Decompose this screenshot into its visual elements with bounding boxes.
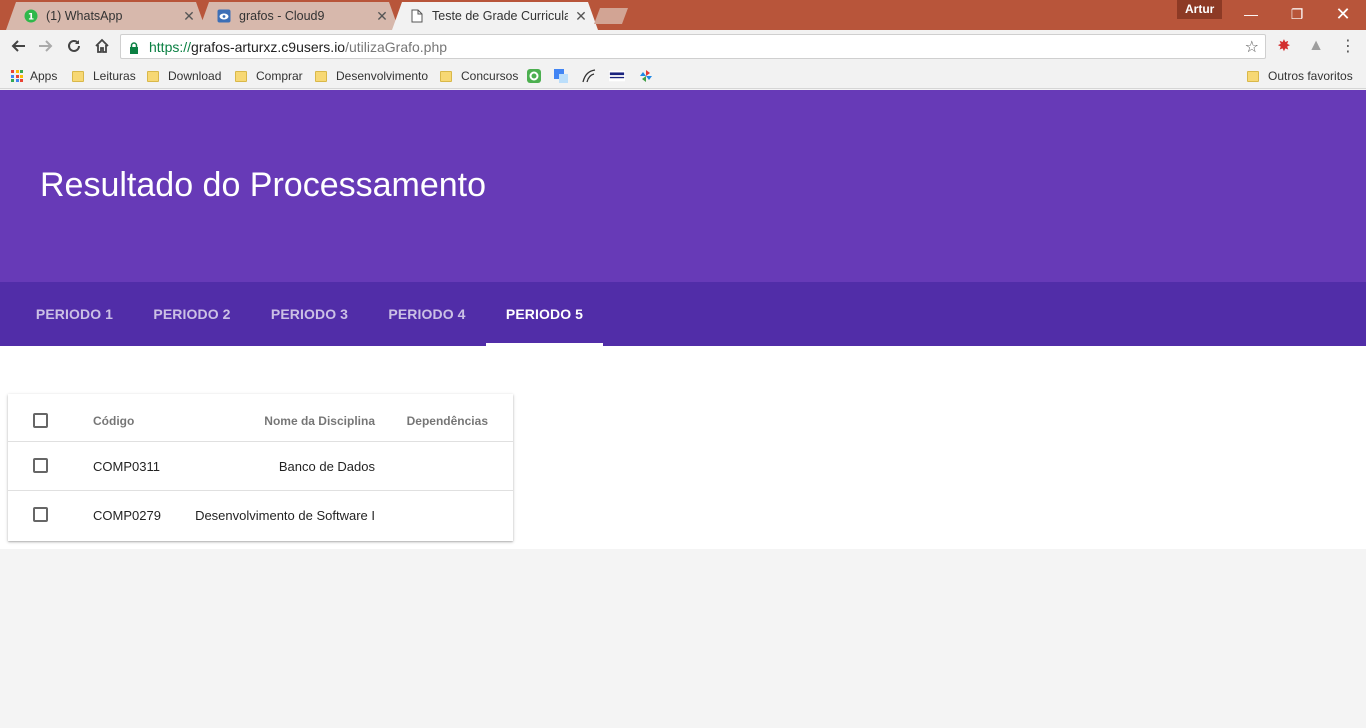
bookmark-other-favorites[interactable]: Outros favoritos <box>1247 67 1353 85</box>
reload-icon[interactable] <box>62 34 86 58</box>
url-scheme: https:// <box>149 38 192 55</box>
bookmark-folder-concursos[interactable]: Concursos <box>440 67 518 85</box>
folder-icon <box>1247 70 1259 82</box>
tab-cloud9[interactable]: grafos - Cloud9 ✕ <box>199 2 399 30</box>
bookmark-folder-download[interactable]: Download <box>147 67 221 85</box>
menu-icon[interactable]: ⋮ <box>1337 35 1359 57</box>
table-row[interactable]: COMP0311 Banco de Dados <box>8 442 513 491</box>
close-icon[interactable]: ✕ <box>574 8 588 25</box>
tab-label: grafos - Cloud9 <box>239 9 325 23</box>
folder-icon <box>235 70 247 82</box>
bookmark-label: Download <box>168 69 222 83</box>
window-close-icon[interactable]: ✕ <box>1320 0 1366 28</box>
bookmark-site-icon[interactable] <box>553 67 569 85</box>
translate-icon <box>553 68 569 84</box>
bookmark-star-icon[interactable]: ☆ <box>1245 37 1259 57</box>
close-icon[interactable]: ✕ <box>375 8 389 25</box>
scribble-icon <box>581 68 597 84</box>
document-icon <box>410 9 424 23</box>
snit-icon <box>609 68 625 84</box>
tab-label: Teste de Grade Curricular <box>432 9 568 23</box>
bookmark-apps[interactable]: Apps <box>11 67 57 85</box>
row-checkbox[interactable] <box>33 458 48 473</box>
bookmark-label: Apps <box>30 69 58 83</box>
column-header-dependencias[interactable]: Dependências <box>407 414 488 428</box>
tab-periodo-1[interactable]: PERIODO 1 <box>16 282 133 346</box>
cell-nome: Banco de Dados <box>278 459 375 474</box>
bookmark-folder-comprar[interactable]: Comprar <box>235 67 303 85</box>
select-all-checkbox[interactable] <box>33 413 48 428</box>
bookmark-folder-desenvolvimento[interactable]: Desenvolvimento <box>315 67 428 85</box>
forward-icon[interactable] <box>34 34 58 58</box>
pinwheel-icon <box>638 68 654 84</box>
folder-icon <box>315 70 327 82</box>
folder-icon <box>440 70 452 82</box>
tab-periodo-5[interactable]: PERIODO 5 <box>486 282 603 346</box>
url-host: grafos-arturxz.c9users.io <box>191 38 346 55</box>
page-title: Resultado do Processamento <box>40 166 487 204</box>
row-checkbox[interactable] <box>33 507 48 522</box>
tab-periodo-4[interactable]: PERIODO 4 <box>368 282 486 346</box>
table-header-row: Código Nome da Disciplina Dependências <box>8 394 513 442</box>
cell-codigo: COMP0311 <box>93 459 160 474</box>
whatsapp-icon: 1 <box>24 9 38 23</box>
cell-nome: Desenvolvimento de Software I <box>195 508 375 523</box>
browser-toolbar: https://grafos-arturxz.c9users.io/utiliz… <box>0 30 1366 63</box>
disciplinas-table: Código Nome da Disciplina Dependências C… <box>8 394 513 541</box>
column-header-nome[interactable]: Nome da Disciplina <box>264 414 375 428</box>
bookmark-label: Outros favoritos <box>1268 69 1353 83</box>
whatsapp-badge: 1 <box>28 13 34 23</box>
page-header: Resultado do Processamento <box>0 90 1366 282</box>
tab-label: (1) WhatsApp <box>46 9 123 23</box>
apps-grid-icon <box>11 70 23 82</box>
tab-grade-curricular[interactable]: Teste de Grade Curricular ✕ <box>392 2 598 30</box>
bookmark-site-icon[interactable] <box>526 67 542 85</box>
folder-icon <box>72 70 84 82</box>
bookmark-site-icon[interactable] <box>581 67 597 85</box>
lock-icon <box>129 41 139 54</box>
periodo-tabs: PERIODO 1 PERIODO 2 PERIODO 3 PERIODO 4 … <box>0 282 1366 346</box>
home-icon[interactable] <box>90 34 114 58</box>
back-icon[interactable] <box>6 34 30 58</box>
bookmark-site-icon[interactable] <box>609 67 625 85</box>
folder-icon <box>147 70 159 82</box>
address-bar[interactable]: https://grafos-arturxz.c9users.io/utiliz… <box>120 34 1266 59</box>
close-icon[interactable]: ✕ <box>182 8 196 25</box>
tab-periodo-2[interactable]: PERIODO 2 <box>133 282 251 346</box>
profile-button[interactable]: Artur <box>1177 0 1223 19</box>
extension-virus-icon[interactable]: ✸ <box>1273 35 1295 57</box>
bookmark-label: Leituras <box>93 69 136 83</box>
browser-titlebar: 1 (1) WhatsApp ✕ grafos - Cloud9 ✕ Teste… <box>0 0 1366 30</box>
tab-periodo-3[interactable]: PERIODO 3 <box>251 282 368 346</box>
bookmark-label: Comprar <box>256 69 303 83</box>
url-path: /utilizaGrafo.php <box>345 38 448 55</box>
cloud9-icon <box>217 9 231 23</box>
cell-codigo: COMP0279 <box>93 508 161 523</box>
restore-icon[interactable]: ❐ <box>1274 0 1320 28</box>
tab-panel: Código Nome da Disciplina Dependências C… <box>0 346 1366 549</box>
recycle-icon <box>526 68 542 84</box>
new-tab-button[interactable] <box>594 8 628 24</box>
bookmark-label: Desenvolvimento <box>336 69 429 83</box>
tab-whatsapp[interactable]: 1 (1) WhatsApp ✕ <box>6 2 206 30</box>
column-header-codigo[interactable]: Código <box>93 414 134 428</box>
bookmark-label: Concursos <box>461 69 519 83</box>
table-row[interactable]: COMP0279 Desenvolvimento de Software I <box>8 491 513 541</box>
minimize-icon[interactable]: — <box>1228 0 1274 28</box>
page-viewport: Resultado do Processamento PERIODO 1 PER… <box>0 90 1366 728</box>
bookmark-site-icon[interactable] <box>638 67 654 85</box>
bookmark-folder-leituras[interactable]: Leituras <box>72 67 136 85</box>
bookmarks-bar: Apps Leituras Download Comprar Desenvolv… <box>0 63 1366 89</box>
google-drive-icon[interactable]: ▲ <box>1305 35 1327 57</box>
